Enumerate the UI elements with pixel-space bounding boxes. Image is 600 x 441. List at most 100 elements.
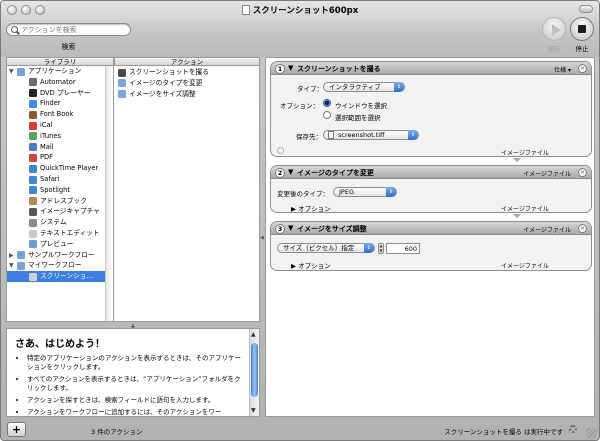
applications-folder-icon xyxy=(17,67,25,76)
action-list-item-label: スクリーンショットを撮る xyxy=(129,68,209,76)
mail-icon xyxy=(29,143,37,152)
library-item[interactable]: スクリーンショ… xyxy=(7,271,106,282)
disclosure-triangle-icon[interactable]: ▼ xyxy=(288,64,293,72)
description-bullet: アクションをワークフローに追加するには、そのアクションをワー xyxy=(27,408,242,416)
status-text: スクリーンショットを撮る は実行中です xyxy=(444,428,563,436)
library-item[interactable]: ▶ サンプルワークフロー xyxy=(7,250,106,261)
library-item[interactable]: DVD プレーヤー xyxy=(7,88,106,99)
radio-window-select[interactable] xyxy=(323,99,331,107)
progress-spinner-icon xyxy=(569,425,577,433)
address-book-icon xyxy=(29,197,37,206)
library-item[interactable]: ▼ マイワークフロー xyxy=(7,260,106,271)
library-item-label: Spotlight xyxy=(40,185,71,194)
scroll-up-arrow-icon[interactable]: ▲ xyxy=(251,331,256,338)
type-popup[interactable]: インタラクティブ ⇕ xyxy=(323,82,405,92)
action-header[interactable]: 3 ▼ イメージをサイズ調整 イメージファイル × xyxy=(271,222,591,235)
library-item[interactable]: iCal xyxy=(7,120,106,131)
run-button[interactable] xyxy=(542,17,566,41)
radio-area-select[interactable] xyxy=(323,111,331,119)
library-item-label: スクリーンショ… xyxy=(40,272,94,281)
stop-button[interactable] xyxy=(570,17,594,41)
add-button[interactable]: + xyxy=(7,422,26,437)
size-stepper[interactable]: ▲ ▼ xyxy=(378,243,384,254)
size-input[interactable]: 600 xyxy=(386,243,420,254)
resize-mode-popup[interactable]: サイズ（ピクセル）指定 ⇕ xyxy=(277,243,375,253)
action-list-item[interactable]: イメージのタイプを変更 xyxy=(114,78,259,89)
library-item[interactable]: Spotlight xyxy=(7,185,106,196)
library-item[interactable]: Mail xyxy=(7,142,106,153)
library-item[interactable]: iTunes xyxy=(7,131,106,142)
description-list: 特定のアプリケーションのアクションを表示するときは、そのアプリケーションをクリッ… xyxy=(27,354,242,416)
library-item-label: システム xyxy=(40,218,67,227)
library-item[interactable]: Automator xyxy=(7,77,106,88)
action-number: 3 xyxy=(275,223,285,234)
library-item-label: DVD プレーヤー xyxy=(40,88,91,97)
action-count: 3 件のアクション xyxy=(91,428,143,436)
action-input-type: イメージファイル xyxy=(523,227,571,234)
search-input[interactable] xyxy=(21,24,126,35)
disclosure-triangle-icon[interactable]: ▼ xyxy=(288,224,293,232)
chevron-updown-icon: ⇕ xyxy=(408,130,418,140)
play-icon xyxy=(552,24,561,36)
close-icon[interactable]: × xyxy=(578,64,587,73)
window-title-text: スクリーンショット600px xyxy=(252,6,359,16)
action-take-screenshot: 1 ▼ スクリーンショットを撮る 仕様 ▾ × タイプ： インタラクティブ ⇕ オ… xyxy=(270,61,592,157)
workflow-area: 1 ▼ スクリーンショットを撮る 仕様 ▾ × タイプ： インタラクティブ ⇕ オ… xyxy=(265,57,595,417)
library-item[interactable]: イメージキャプチャ xyxy=(7,206,106,217)
library-item-label: Finder xyxy=(40,99,61,108)
action-list-item[interactable]: スクリーンショットを撮る xyxy=(114,67,259,78)
action-title: イメージのタイプを変更 xyxy=(297,169,374,177)
description-scrollbar[interactable]: ▲ ▼ xyxy=(249,329,259,416)
scroll-down-arrow-icon[interactable]: ▼ xyxy=(251,407,256,414)
library-item-label: iCal xyxy=(40,121,53,129)
library-item[interactable]: アドレスブック xyxy=(7,196,106,207)
actions-column-header[interactable]: アクション xyxy=(114,57,260,66)
action-input-type: イメージファイル xyxy=(523,171,571,178)
options-menu[interactable]: 仕様 ▾ xyxy=(554,65,571,74)
resize-grip[interactable] xyxy=(586,428,596,438)
action-list-item[interactable]: イメージをサイズ調整 xyxy=(114,89,259,100)
options-disclosure[interactable]: ▶ オプション xyxy=(291,260,331,270)
options-disclosure[interactable]: ▶ オプション xyxy=(291,203,331,213)
library-item[interactable]: PDF xyxy=(7,152,106,163)
library-item[interactable]: テキストエディット xyxy=(7,228,106,239)
action-connector xyxy=(513,158,521,162)
toolbar-toggle-button[interactable] xyxy=(579,5,593,13)
library-item-label: テキストエディット xyxy=(40,229,100,237)
automator-icon xyxy=(29,78,37,87)
close-icon[interactable]: × xyxy=(578,168,587,177)
action-header[interactable]: 1 ▼ スクリーンショットを撮る 仕様 ▾ × xyxy=(271,62,591,75)
library-column-header[interactable]: ライブラリ xyxy=(6,57,114,66)
finder-icon xyxy=(29,99,37,108)
search-field[interactable] xyxy=(6,23,131,36)
scroll-thumb[interactable] xyxy=(251,343,258,397)
save-location-popup[interactable]: screenshot.tiff ⇕ xyxy=(323,130,419,140)
action-list-item-label: イメージのタイプを変更 xyxy=(129,78,203,87)
library-item-label: Font Book xyxy=(40,110,74,119)
library-item-label: サンプルワークフロー xyxy=(28,250,95,259)
library-item[interactable]: Safari xyxy=(7,174,106,185)
library-scrollbar[interactable] xyxy=(105,66,113,321)
spotlight-icon xyxy=(29,186,37,195)
library-item[interactable]: プレビュー xyxy=(7,239,106,250)
window-title: スクリーンショット600px xyxy=(1,4,599,16)
type-label: タイプ： xyxy=(297,85,323,93)
disclosure-triangle-icon[interactable]: ▼ xyxy=(288,168,293,176)
stop-label: 停止 xyxy=(575,45,589,53)
target-type-popup[interactable]: JPEG ⇕ xyxy=(333,187,397,197)
action-title: スクリーンショットを撮る xyxy=(297,65,381,73)
close-icon[interactable]: × xyxy=(578,224,587,233)
library-item-label: アプリケーション xyxy=(28,67,82,75)
save-location-value: screenshot.tiff xyxy=(338,131,385,139)
preview-icon xyxy=(118,90,126,99)
action-number: 2 xyxy=(275,167,285,178)
library-item-label: QuickTime Player xyxy=(40,164,99,173)
library-item[interactable]: Font Book xyxy=(7,109,106,120)
library-item[interactable]: ▼ アプリケーション xyxy=(7,66,106,77)
library-item[interactable]: システム xyxy=(7,217,106,228)
type-popup-value: インタラクティブ xyxy=(329,83,381,91)
options-label: オプション xyxy=(298,205,331,213)
library-item[interactable]: Finder xyxy=(7,98,106,109)
library-item[interactable]: QuickTime Player xyxy=(7,163,106,174)
action-header[interactable]: 2 ▼ イメージのタイプを変更 イメージファイル × xyxy=(271,166,591,179)
